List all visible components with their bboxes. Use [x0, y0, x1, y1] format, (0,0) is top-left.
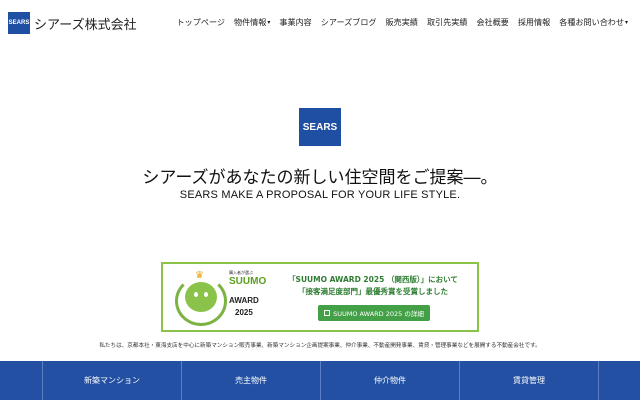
award-badge: ♛ 購入者が選ぶ SUUMO AWARD 2025	[173, 268, 273, 328]
nav-item-top[interactable]: トップページ	[177, 17, 225, 28]
nav-item-label: シアーズブログ	[320, 17, 377, 27]
nav-item-label: 採用情報	[517, 17, 551, 27]
nav-item-label: 会社概要	[476, 17, 509, 27]
nav-item-business[interactable]: 事業内容	[279, 17, 311, 28]
nav-item-blog[interactable]: シアーズブログ	[321, 17, 377, 28]
badge-award-text: AWARD	[229, 296, 259, 305]
category-seller-properties[interactable]: 売主物件	[182, 361, 321, 400]
hero-tagline-ja: シアーズがあなたの新しい住空間をご提案―。	[142, 168, 498, 188]
award-headline: 「SUUMO AWARD 2025 （関西版）」において	[288, 275, 458, 284]
chevron-down-icon: ▾	[624, 19, 628, 26]
nav-item-label: 取引先実績	[426, 17, 468, 27]
chevron-down-icon: ▾	[267, 19, 271, 26]
category-rental-management[interactable]: 賃貸管理	[460, 361, 599, 400]
category-new-condo[interactable]: 新築マンション	[43, 361, 182, 400]
external-link-icon	[324, 310, 331, 316]
category-brokerage-properties[interactable]: 仲介物件	[321, 361, 460, 400]
company-intro: 私たちは、京都本社・東海支店を中心に新築マンション販売事業、新築マンション企画提…	[99, 343, 541, 349]
nav-item-label: 各種お問い合わせ	[559, 17, 624, 27]
award-details-button[interactable]: SUUMO AWARD 2025 の詳細	[318, 305, 430, 321]
award-details-label: SUUMO AWARD 2025 の詳細	[333, 310, 424, 318]
hero-logo: SEARS	[299, 108, 341, 146]
nav-item-label: 事業内容	[279, 17, 312, 27]
award-banner[interactable]: ♛ 購入者が選ぶ SUUMO AWARD 2025 「SUUMO AWARD 2…	[161, 262, 479, 332]
nav-item-label: トップページ	[176, 17, 225, 27]
nav-item-contact[interactable]: 各種お問い合わせ ▾	[559, 17, 628, 28]
nav-item-label: 物件情報	[233, 17, 267, 27]
category-spacer	[599, 361, 640, 400]
nav-item-sales-record[interactable]: 販売実績	[386, 17, 418, 28]
mascot-icon	[185, 282, 217, 312]
badge-year: 2025	[235, 308, 253, 317]
category-spacer	[0, 361, 43, 400]
logo-mark: SEARS	[8, 12, 30, 34]
award-subheadline: 「接客満足度部門」最優秀賞を受賞しました	[298, 287, 448, 296]
site-header: SEARS シアーズ株式会社 トップページ 物件情報 ▾ 事業内容 シアーズブログ…	[0, 0, 640, 46]
nav-item-properties[interactable]: 物件情報 ▾	[234, 17, 270, 28]
nav-item-recruit[interactable]: 採用情報	[518, 17, 550, 28]
nav-item-partners[interactable]: 取引先実績	[427, 17, 467, 28]
category-nav: 新築マンション 売主物件 仲介物件 賃貸管理	[0, 361, 640, 400]
nav-item-label: 販売実績	[385, 17, 418, 27]
nav-item-company[interactable]: 会社概要	[476, 17, 508, 28]
hero-tagline-en: SEARS MAKE A PROPOSAL FOR YOUR LIFE STYL…	[179, 189, 461, 201]
company-name: シアーズ株式会社	[34, 17, 137, 33]
badge-brand: SUUMO	[229, 276, 267, 287]
main-nav: トップページ 物件情報 ▾ 事業内容 シアーズブログ 販売実績 取引先実績 会社概…	[177, 17, 628, 28]
crown-icon: ♛	[195, 270, 204, 281]
site-logo[interactable]: SEARS シアーズ株式会社	[8, 12, 137, 34]
